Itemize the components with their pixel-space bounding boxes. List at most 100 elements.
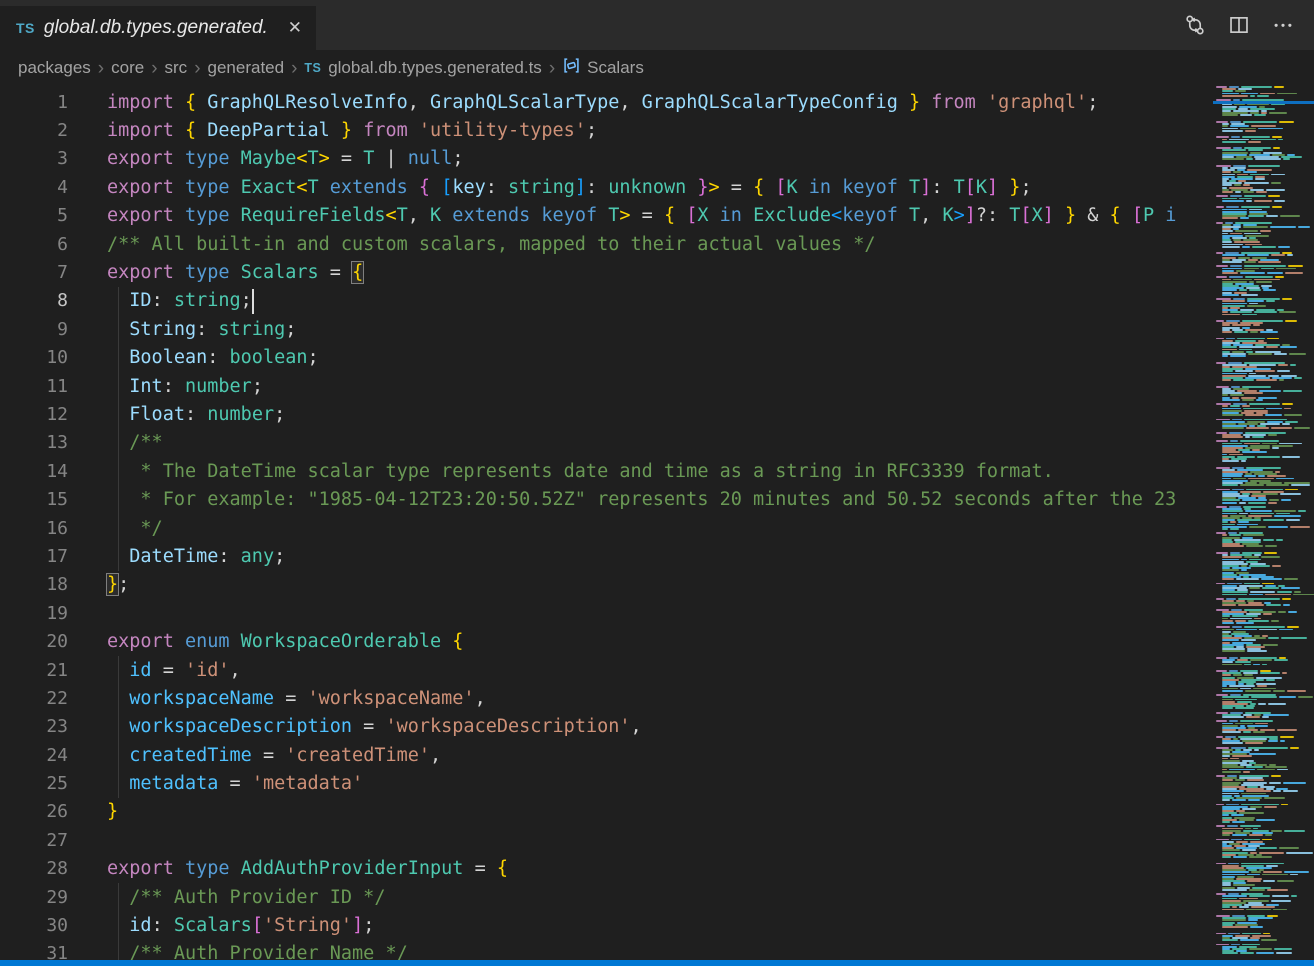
code-line-23[interactable]: 23 workspaceDescription = 'workspaceDesc… xyxy=(0,713,1205,741)
minimap[interactable] xyxy=(1213,86,1314,960)
chevron-right-icon: › xyxy=(98,59,104,78)
symbol-type-icon xyxy=(562,56,581,80)
line-number[interactable]: 30 xyxy=(0,915,68,936)
code-text: metadata = 'metadata' xyxy=(68,769,363,797)
line-number[interactable]: 15 xyxy=(0,489,68,510)
line-number[interactable]: 13 xyxy=(0,432,68,453)
code-text: createdTime = 'createdTime', xyxy=(68,741,441,769)
line-number[interactable]: 10 xyxy=(0,347,68,368)
code-line-16[interactable]: 16 */ xyxy=(0,514,1205,542)
chevron-right-icon: › xyxy=(194,59,200,78)
editor-actions xyxy=(1180,0,1314,50)
line-number[interactable]: 24 xyxy=(0,745,68,766)
code-text: /** All built-in and custom scalars, map… xyxy=(68,230,876,258)
code-text: workspaceName = 'workspaceName', xyxy=(68,684,486,712)
status-bar-edge xyxy=(0,960,1314,966)
line-number[interactable]: 9 xyxy=(0,319,68,340)
code-text: /** xyxy=(68,429,163,457)
code-line-9[interactable]: 9 String: string; xyxy=(0,315,1205,343)
line-number[interactable]: 5 xyxy=(0,205,68,226)
chevron-right-icon: › xyxy=(291,59,297,78)
breadcrumb-item-src[interactable]: src xyxy=(165,58,188,78)
code-line-14[interactable]: 14 * The DateTime scalar type represents… xyxy=(0,457,1205,485)
code-line-15[interactable]: 15 * For example: "1985-04-12T23:20:50.5… xyxy=(0,485,1205,513)
code-line-18[interactable]: 18}; xyxy=(0,571,1205,599)
code-line-10[interactable]: 10 Boolean: boolean; xyxy=(0,344,1205,372)
line-number[interactable]: 14 xyxy=(0,461,68,482)
code-line-13[interactable]: 13 /** xyxy=(0,429,1205,457)
more-actions-button[interactable] xyxy=(1268,10,1298,40)
line-number[interactable]: 12 xyxy=(0,404,68,425)
code-line-7[interactable]: 7export type Scalars = { xyxy=(0,258,1205,286)
code-line-24[interactable]: 24 createdTime = 'createdTime', xyxy=(0,741,1205,769)
code-line-27[interactable]: 27 xyxy=(0,826,1205,854)
line-number[interactable]: 1 xyxy=(0,92,68,113)
code-line-20[interactable]: 20export enum WorkspaceOrderable { xyxy=(0,627,1205,655)
code-line-17[interactable]: 17 DateTime: any; xyxy=(0,542,1205,570)
code-line-4[interactable]: 4export type Exact<T extends { [key: str… xyxy=(0,173,1205,201)
breadcrumb-item-generated[interactable]: generated xyxy=(208,58,285,78)
code-line-19[interactable]: 19 xyxy=(0,599,1205,627)
line-number[interactable]: 17 xyxy=(0,546,68,567)
breadcrumb-item-packages[interactable]: packages xyxy=(18,58,91,78)
code-line-26[interactable]: 26} xyxy=(0,798,1205,826)
tab-global-db-types[interactable]: TS global.db.types.generated.ts ✕ xyxy=(0,6,316,50)
open-changes-icon xyxy=(1184,14,1206,36)
code-text: ID: string; xyxy=(68,287,252,315)
breadcrumb-item-symbol[interactable]: Scalars xyxy=(562,56,644,80)
code-line-1[interactable]: 1import { GraphQLResolveInfo, GraphQLSca… xyxy=(0,88,1205,116)
code-text: Boolean: boolean; xyxy=(68,344,319,372)
line-number[interactable]: 16 xyxy=(0,518,68,539)
line-number[interactable]: 18 xyxy=(0,574,68,595)
code-line-12[interactable]: 12 Float: number; xyxy=(0,400,1205,428)
line-number[interactable]: 26 xyxy=(0,801,68,822)
line-number[interactable]: 29 xyxy=(0,887,68,908)
line-number[interactable]: 3 xyxy=(0,148,68,169)
code-text: export type Maybe<T> = T | null; xyxy=(68,145,463,173)
breadcrumb: packages›core›src›generated›TSglobal.db.… xyxy=(0,50,1314,86)
breadcrumb-symbol-label: Scalars xyxy=(587,58,644,78)
code-line-21[interactable]: 21 id = 'id', xyxy=(0,656,1205,684)
split-editor-icon xyxy=(1228,14,1250,36)
line-number[interactable]: 22 xyxy=(0,688,68,709)
line-number[interactable]: 21 xyxy=(0,660,68,681)
tab-close-icon[interactable]: ✕ xyxy=(284,16,306,40)
line-number[interactable]: 20 xyxy=(0,631,68,652)
code-text: workspaceDescription = 'workspaceDescrip… xyxy=(68,713,642,741)
line-number[interactable]: 25 xyxy=(0,773,68,794)
line-number[interactable]: 4 xyxy=(0,177,68,198)
editor[interactable]: 1import { GraphQLResolveInfo, GraphQLSca… xyxy=(0,86,1205,966)
code-text: id: Scalars['String']; xyxy=(68,911,374,939)
line-number[interactable]: 28 xyxy=(0,858,68,879)
code-line-8[interactable]: 8 ID: string; xyxy=(0,287,1205,315)
line-number[interactable]: 19 xyxy=(0,603,68,624)
code-text: export type RequireFields<T, K extends k… xyxy=(68,202,1176,230)
breadcrumb-file-label: global.db.types.generated.ts xyxy=(328,58,542,78)
code-line-22[interactable]: 22 workspaceName = 'workspaceName', xyxy=(0,684,1205,712)
code-line-29[interactable]: 29 /** Auth Provider ID */ xyxy=(0,883,1205,911)
open-changes-button[interactable] xyxy=(1180,10,1210,40)
code-line-25[interactable]: 25 metadata = 'metadata' xyxy=(0,769,1205,797)
breadcrumb-item-file[interactable]: TSglobal.db.types.generated.ts xyxy=(304,58,541,78)
line-number[interactable]: 7 xyxy=(0,262,68,283)
line-number[interactable]: 2 xyxy=(0,120,68,141)
line-number[interactable]: 6 xyxy=(0,234,68,255)
code-text: * For example: "1985-04-12T23:20:50.52Z"… xyxy=(68,485,1176,513)
code-line-6[interactable]: 6/** All built-in and custom scalars, ma… xyxy=(0,230,1205,258)
code-text: DateTime: any; xyxy=(68,542,285,570)
code-line-3[interactable]: 3export type Maybe<T> = T | null; xyxy=(0,145,1205,173)
split-editor-button[interactable] xyxy=(1224,10,1254,40)
code-line-2[interactable]: 2import { DeepPartial } from 'utility-ty… xyxy=(0,116,1205,144)
code-line-28[interactable]: 28export type AddAuthProviderInput = { xyxy=(0,855,1205,883)
line-number[interactable]: 27 xyxy=(0,830,68,851)
code-text: export enum WorkspaceOrderable { xyxy=(68,627,463,655)
code-text: Int: number; xyxy=(68,372,263,400)
code-line-5[interactable]: 5export type RequireFields<T, K extends … xyxy=(0,202,1205,230)
line-number[interactable]: 8 xyxy=(0,290,68,311)
code-line-30[interactable]: 30 id: Scalars['String']; xyxy=(0,911,1205,939)
breadcrumb-item-core[interactable]: core xyxy=(111,58,144,78)
line-number[interactable]: 23 xyxy=(0,716,68,737)
line-number[interactable]: 11 xyxy=(0,376,68,397)
code-line-11[interactable]: 11 Int: number; xyxy=(0,372,1205,400)
code-text: * The DateTime scalar type represents da… xyxy=(68,457,1054,485)
